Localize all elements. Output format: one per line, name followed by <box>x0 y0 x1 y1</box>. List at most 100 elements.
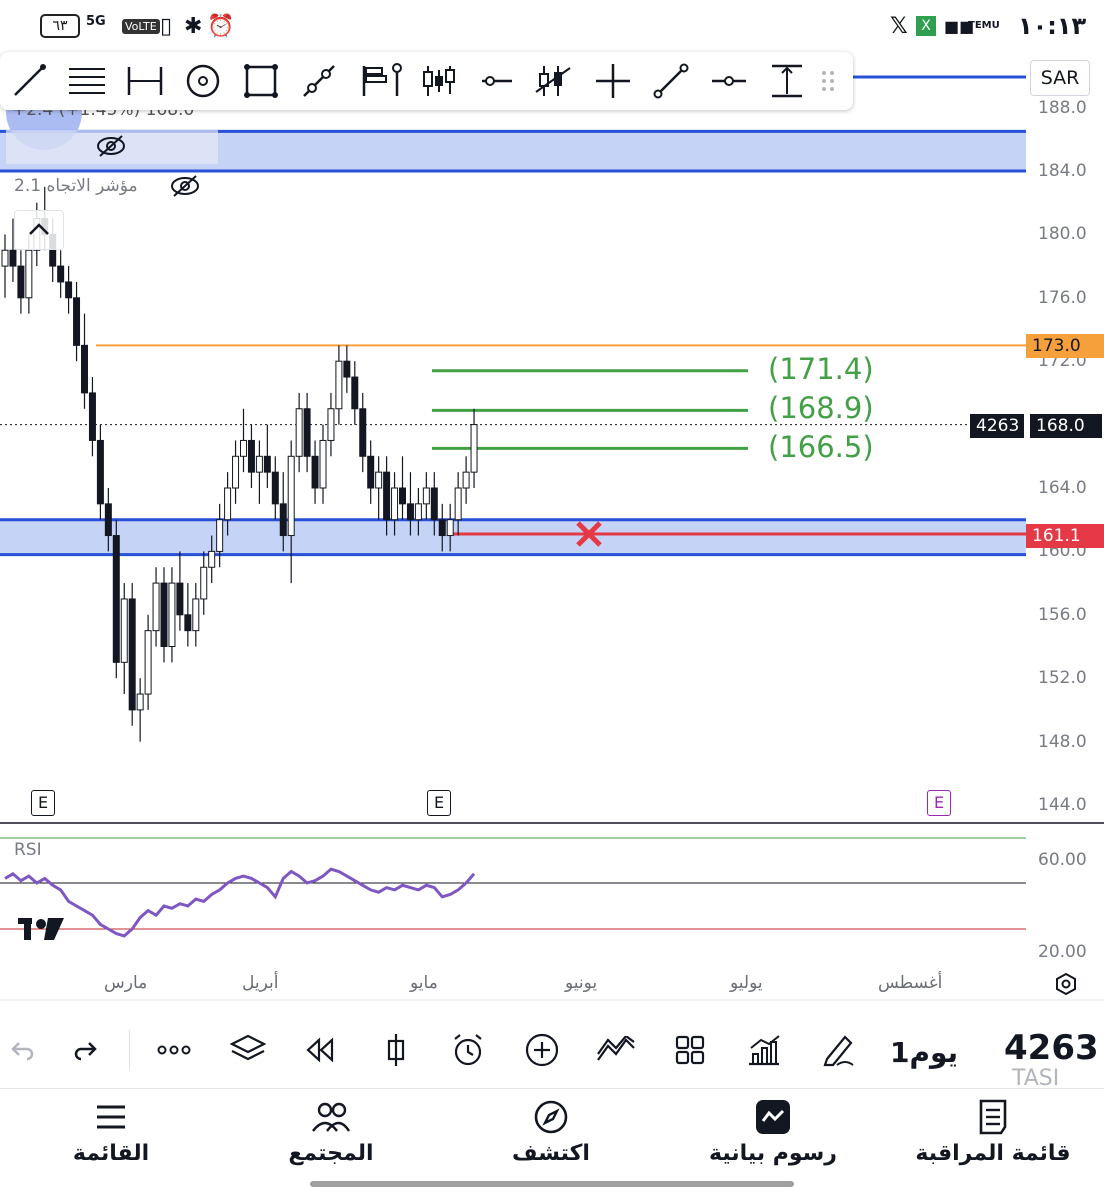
eye-crossed-icon[interactable] <box>96 134 126 162</box>
target-label-2: (168.9) <box>768 391 874 425</box>
interval-label[interactable]: 1يوم <box>890 1036 958 1069</box>
price-axis-label: 144.0 <box>1038 795 1087 815</box>
nav-watchlist[interactable]: قائمة المراقبة <box>908 1097 1078 1166</box>
candle <box>57 250 65 298</box>
date-range-icon[interactable] <box>124 60 166 102</box>
ray-icon[interactable] <box>650 60 692 102</box>
candle <box>216 503 224 568</box>
candle <box>152 567 160 647</box>
action-divider <box>129 1030 130 1070</box>
price-axis-label: 184.0 <box>1038 161 1087 181</box>
drag-handle-icon[interactable] <box>816 60 840 102</box>
ticker-volume[interactable]: 4263 <box>1004 1028 1099 1068</box>
price-axis-label: 180.0 <box>1038 224 1087 245</box>
price-axis-label: 164.0 <box>1038 478 1087 498</box>
resistance-price-tag: 173.0 <box>1026 334 1104 358</box>
candle <box>287 440 295 584</box>
candle <box>96 424 104 520</box>
rsi-axis-label: 60.00 <box>1038 850 1087 870</box>
eye-crossed-icon[interactable] <box>170 174 200 202</box>
rectangle-icon[interactable] <box>240 60 282 102</box>
candle <box>359 392 367 473</box>
candle <box>422 472 430 520</box>
tradingview-logo <box>18 918 64 940</box>
month-label: مارس <box>104 973 148 993</box>
candles-icon[interactable] <box>418 60 460 102</box>
layers-icon[interactable] <box>226 1028 270 1072</box>
candle <box>367 440 375 504</box>
candle <box>160 567 168 663</box>
undo-icon[interactable] <box>0 1028 44 1072</box>
price-axis-label: 152.0 <box>1038 668 1087 689</box>
candle <box>81 313 88 409</box>
candle <box>65 266 73 314</box>
candle <box>399 456 406 520</box>
month-label: أبريل <box>242 973 279 993</box>
redo-icon[interactable] <box>64 1028 108 1072</box>
price-range-icon[interactable] <box>766 60 808 102</box>
replay-icon[interactable] <box>298 1028 342 1072</box>
drawing-toolbar <box>0 52 853 110</box>
rsi-label[interactable]: RSI <box>14 840 42 860</box>
home-indicator <box>310 1181 794 1187</box>
crosshair-icon[interactable] <box>592 60 634 102</box>
candle <box>335 345 343 425</box>
candle <box>136 678 144 742</box>
settings-icon[interactable] <box>1054 972 1078 1000</box>
nav-explore[interactable]: اكتشف <box>466 1097 636 1166</box>
candle <box>128 583 136 726</box>
add-icon[interactable] <box>520 1028 564 1072</box>
horizontal-ray-icon[interactable] <box>476 60 518 102</box>
candle-type-icon[interactable] <box>374 1028 418 1072</box>
collapse-legend-button[interactable] <box>14 210 64 250</box>
watchlist-icon <box>908 1097 1078 1137</box>
candle <box>295 392 303 473</box>
trend-line-icon[interactable] <box>8 60 50 102</box>
nav-menu[interactable]: القائمة <box>26 1097 196 1166</box>
candle <box>470 408 478 488</box>
layout-icon[interactable] <box>668 1028 712 1072</box>
ticker-symbol[interactable]: TASI <box>1012 1066 1059 1086</box>
vertical-line-icon[interactable] <box>376 60 418 102</box>
alert-icon[interactable] <box>446 1028 490 1072</box>
chart-action-bar: 1يوم 4263 TASI <box>0 1008 1104 1088</box>
support-zone-rect[interactable] <box>0 519 1026 555</box>
nav-charts[interactable]: رسوم بيانية <box>688 1097 858 1166</box>
nav-label: رسوم بيانية <box>709 1141 837 1166</box>
candle <box>1 234 9 298</box>
candle <box>311 440 319 504</box>
candle <box>192 583 200 647</box>
financials-icon[interactable] <box>742 1028 786 1072</box>
candlestick-series[interactable] <box>1 186 478 742</box>
candle <box>120 583 128 695</box>
draw-icon[interactable] <box>816 1028 860 1072</box>
nav-community[interactable]: المجتمع <box>246 1097 416 1166</box>
earnings-marker[interactable]: E <box>427 790 451 816</box>
price-axis-label: 176.0 <box>1038 287 1087 308</box>
candle <box>176 551 184 631</box>
path-icon[interactable] <box>298 60 340 102</box>
compass-icon <box>466 1097 636 1137</box>
month-label: أغسطس <box>878 973 943 993</box>
candle <box>200 551 208 615</box>
future-earnings-marker[interactable]: E <box>927 790 951 816</box>
indicators-icon[interactable] <box>594 1028 638 1072</box>
menu-icon <box>26 1097 196 1137</box>
earnings-marker[interactable]: E <box>31 790 55 816</box>
target-lines <box>432 369 748 450</box>
month-label: مايو <box>410 973 438 993</box>
candle <box>232 440 240 504</box>
candle <box>263 424 271 488</box>
bar-pattern-icon[interactable] <box>532 60 574 102</box>
candle <box>343 345 351 393</box>
nav-label: القائمة <box>72 1141 150 1166</box>
horizontal-segment-icon[interactable] <box>708 60 750 102</box>
rsi-axis-label: 20.00 <box>1038 942 1087 962</box>
circle-icon[interactable] <box>182 60 224 102</box>
indicator-label[interactable]: مؤشر الاتجاه 2.1 <box>14 176 138 196</box>
nav-label: قائمة المراقبة <box>915 1141 1071 1166</box>
currency-selector[interactable]: SAR <box>1030 60 1090 96</box>
candle <box>184 583 192 647</box>
horizontal-lines-icon[interactable] <box>66 60 108 102</box>
more-icon[interactable] <box>152 1028 196 1072</box>
